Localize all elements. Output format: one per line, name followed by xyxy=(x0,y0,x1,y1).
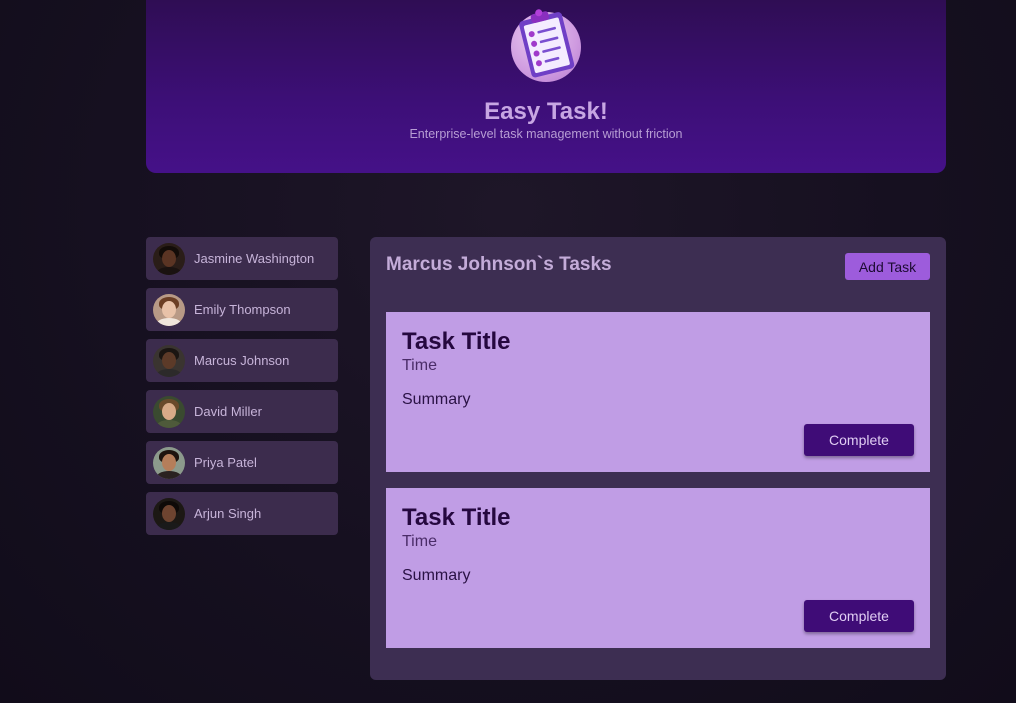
clipboard-checklist-icon xyxy=(511,6,581,82)
avatar xyxy=(153,242,185,275)
task-time: Time xyxy=(402,357,437,374)
task-time: Time xyxy=(402,533,437,550)
user-item-priya-patel[interactable]: Priya Patel xyxy=(146,441,338,484)
avatar xyxy=(153,293,185,326)
user-name: Emily Thompson xyxy=(194,302,291,317)
task-card: Task Title Time Summary Complete xyxy=(386,312,930,472)
tasks-panel: Marcus Johnson`s Tasks Add Task Task Tit… xyxy=(370,237,946,680)
user-name: Jasmine Washington xyxy=(194,251,315,266)
user-item-marcus-johnson[interactable]: Marcus Johnson xyxy=(146,339,338,382)
task-summary: Summary xyxy=(402,567,471,584)
user-name: Marcus Johnson xyxy=(194,353,290,368)
avatar xyxy=(153,497,185,530)
complete-button[interactable]: Complete xyxy=(804,424,914,456)
task-card: Task Title Time Summary Complete xyxy=(386,488,930,648)
user-name: Arjun Singh xyxy=(194,506,262,521)
user-list: Jasmine Washington Emily Thompson Marcus… xyxy=(146,237,338,543)
user-name: David Miller xyxy=(194,404,262,419)
add-task-button[interactable]: Add Task xyxy=(845,253,930,280)
avatar xyxy=(153,395,185,428)
user-name: Priya Patel xyxy=(194,455,257,470)
avatar xyxy=(153,344,185,377)
user-item-david-miller[interactable]: David Miller xyxy=(146,390,338,433)
task-summary: Summary xyxy=(402,391,471,408)
app-title: Easy Task! xyxy=(484,98,608,125)
avatar xyxy=(153,446,185,479)
tasks-panel-title: Marcus Johnson`s Tasks xyxy=(386,254,612,275)
app-header: Easy Task! Enterprise-level task managem… xyxy=(146,0,946,173)
task-title: Task Title xyxy=(402,328,511,355)
app-subtitle: Enterprise-level task management without… xyxy=(409,127,683,141)
user-item-emily-thompson[interactable]: Emily Thompson xyxy=(146,288,338,331)
complete-button[interactable]: Complete xyxy=(804,600,914,632)
user-item-arjun-singh[interactable]: Arjun Singh xyxy=(146,492,338,535)
task-title: Task Title xyxy=(402,504,511,531)
user-item-jasmine-washington[interactable]: Jasmine Washington xyxy=(146,237,338,280)
